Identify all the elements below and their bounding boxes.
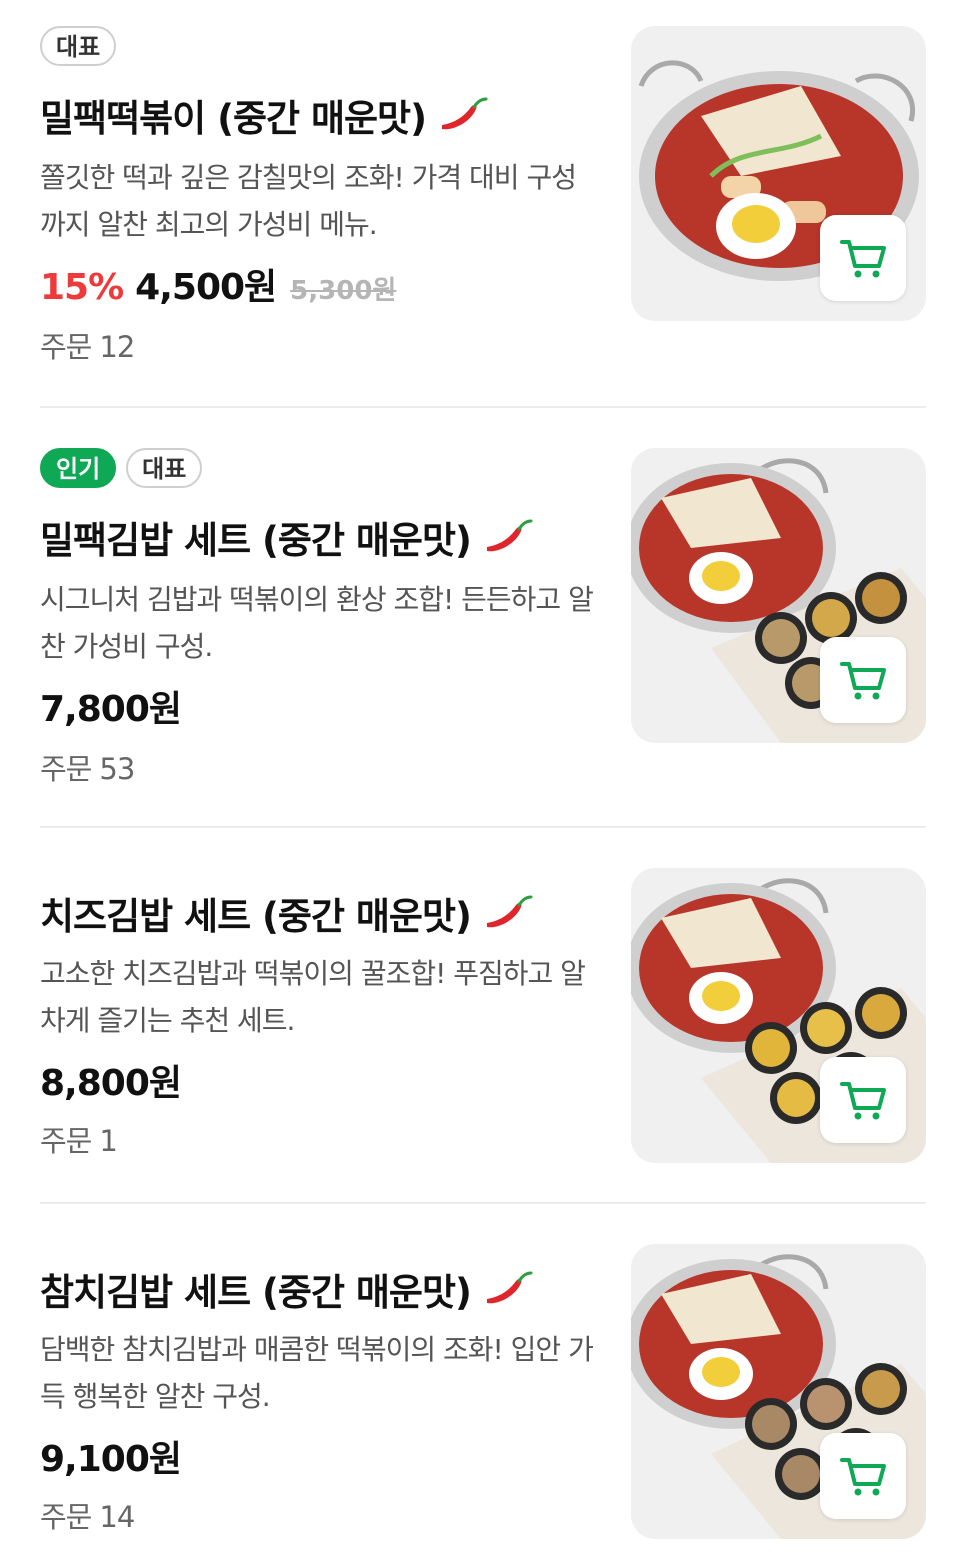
cart-icon xyxy=(840,662,886,700)
badge-representative: 대표 xyxy=(40,26,117,66)
chili-pepper-icon xyxy=(486,895,533,928)
tteokbokki-photo[interactable] xyxy=(631,26,926,321)
price: 9,100원 xyxy=(40,1439,182,1480)
badge-popular: 인기 xyxy=(40,448,117,488)
menu-description: 쫄깃한 떡과 깊은 감칠맛의 조화! 가격 대비 구성까지 알찬 최고의 가성비… xyxy=(40,161,577,241)
gimbap-set-photo[interactable] xyxy=(631,448,926,743)
menu-item[interactable]: 치즈김밥 세트 (중간 매운맛) 고소한 치즈김밥과 떡볶이의 꿀조합! 푸짐하… xyxy=(40,868,926,1188)
chili-pepper-icon xyxy=(486,519,533,552)
order-count: 주문 14 xyxy=(40,1500,135,1534)
price: 4,500원 xyxy=(135,267,277,308)
cart-icon xyxy=(840,1082,886,1120)
add-to-cart-button[interactable] xyxy=(820,215,906,301)
add-to-cart-button[interactable] xyxy=(820,637,906,723)
divider xyxy=(40,406,926,408)
order-count: 주문 53 xyxy=(40,752,135,786)
add-to-cart-button[interactable] xyxy=(820,1433,906,1519)
divider xyxy=(40,826,926,828)
price-row: 7,800원 xyxy=(40,680,182,732)
cheese-gimbap-set-photo[interactable] xyxy=(631,868,926,1163)
menu-name: 치즈김밥 세트 (중간 매운맛) xyxy=(40,886,533,940)
menu-item[interactable]: 참치김밥 세트 (중간 매운맛) 담백한 참치김밥과 매콤한 떡볶이의 조화! … xyxy=(40,1244,926,1554)
price-row: 9,100원 xyxy=(40,1430,182,1482)
chili-pepper-icon xyxy=(441,97,488,130)
menu-name: 밀팩김밥 세트 (중간 매운맛) xyxy=(40,510,533,564)
chili-pepper-icon xyxy=(486,1271,533,1304)
cart-icon xyxy=(840,1458,886,1496)
badge-group: 인기 대표 xyxy=(40,448,203,488)
menu-name: 밀팩떡볶이 (중간 매운맛) xyxy=(40,88,488,142)
price: 7,800원 xyxy=(40,689,182,730)
badge-group: 대표 xyxy=(40,26,117,66)
price: 8,800원 xyxy=(40,1063,182,1104)
order-count: 주문 1 xyxy=(40,1124,118,1158)
menu-description: 고소한 치즈김밥과 떡볶이의 꿀조합! 푸짐하고 알차게 즐기는 추천 세트. xyxy=(40,957,586,1037)
menu-item[interactable]: 대표 밀팩떡볶이 (중간 매운맛) 쫄깃한 떡과 깊은 감칠맛의 조화! 가격 … xyxy=(40,26,926,386)
menu-item[interactable]: 인기 대표 밀팩김밥 세트 (중간 매운맛) 시그니처 김밥과 떡볶이의 환상 … xyxy=(40,448,926,808)
divider xyxy=(40,1202,926,1204)
badge-representative: 대표 xyxy=(126,448,203,488)
discount-rate: 15% xyxy=(40,267,124,308)
price-row: 15% 4,500원 5,300원 xyxy=(40,258,396,310)
menu-name: 참치김밥 세트 (중간 매운맛) xyxy=(40,1262,533,1316)
menu-description: 시그니처 김밥과 떡볶이의 환상 조합! 든든하고 알찬 가성비 구성. xyxy=(40,583,594,663)
order-count: 주문 12 xyxy=(40,330,135,364)
original-price: 5,300원 xyxy=(290,276,397,306)
add-to-cart-button[interactable] xyxy=(820,1057,906,1143)
menu-description: 담백한 참치김밥과 매콤한 떡볶이의 조화! 입안 가득 행복한 알찬 구성. xyxy=(40,1333,594,1413)
cart-icon xyxy=(840,240,886,278)
price-row: 8,800원 xyxy=(40,1054,182,1106)
tuna-gimbap-set-photo[interactable] xyxy=(631,1244,926,1539)
